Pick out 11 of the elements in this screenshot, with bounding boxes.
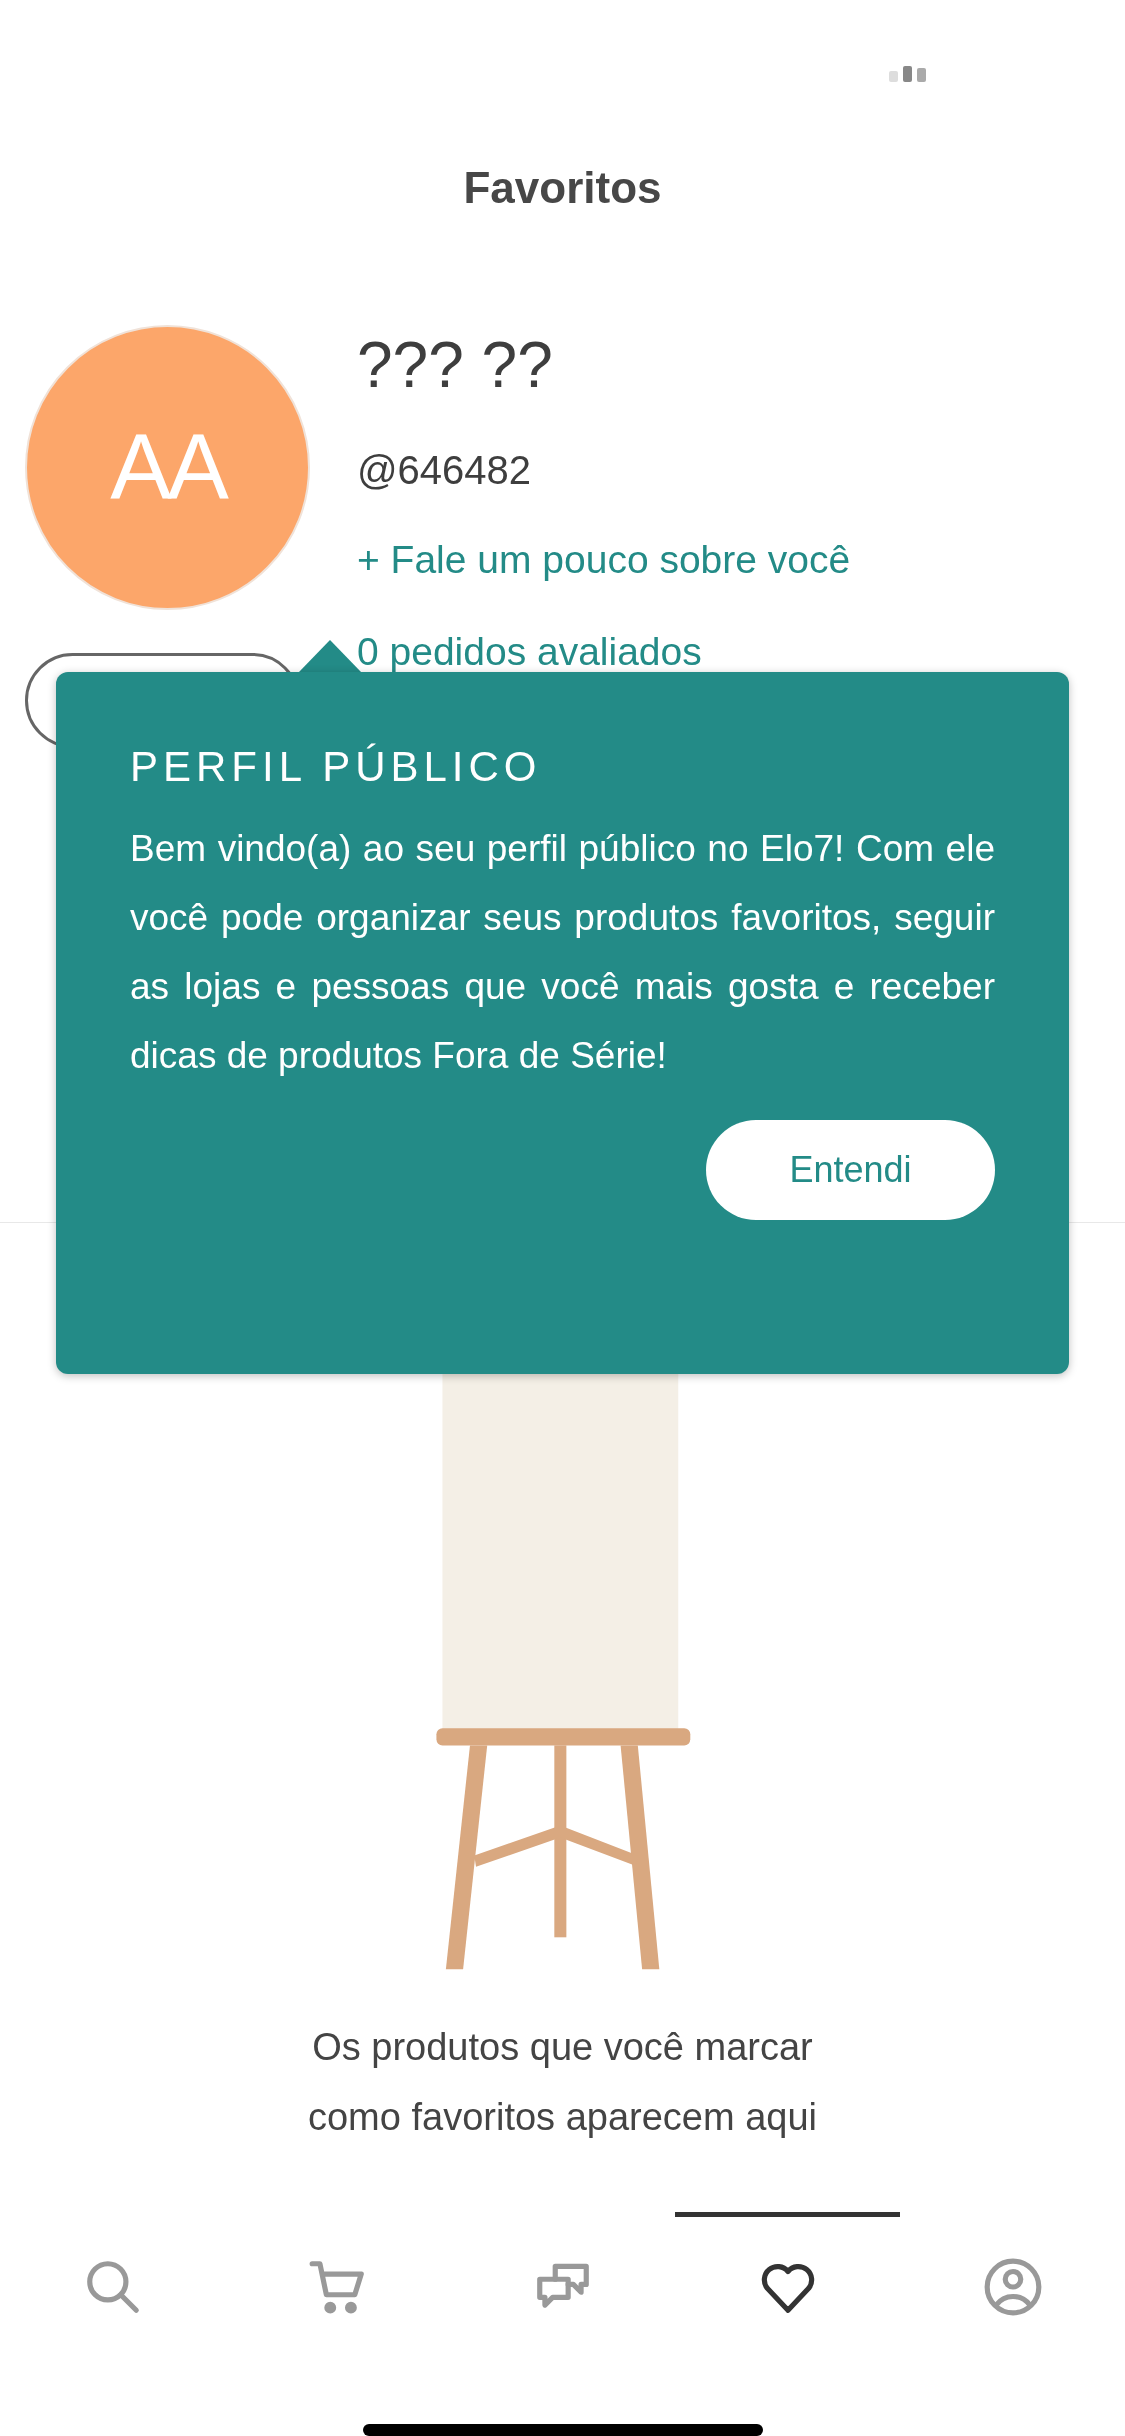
profile-name: ??? ?? [357,328,554,404]
got-it-button[interactable]: Entendi [706,1120,995,1220]
avatar: AA [25,325,310,611]
profile-handle: @646482 [357,447,533,494]
page-title: Favoritos [462,162,663,215]
tooltip-text: Bem vindo(a) ao seu perfil público no Elo7! Com ele você pode organizar seus produtos favoritos, seguir as lojas e pessoas que você mais gosta e receber dicas de produtos Fora de Série! [130,827,995,1078]
empty-message: Os produtos que você marcar como favoritos aparecem aqui [307,2024,818,2140]
tooltip-title: PERFIL PÚBLICO [130,742,543,792]
reviews-link[interactable]: 0 pedidos avaliados [357,629,851,676]
signal-icon [889,66,927,82]
about-link[interactable]: + Fale um pouco sobre você [357,537,851,584]
